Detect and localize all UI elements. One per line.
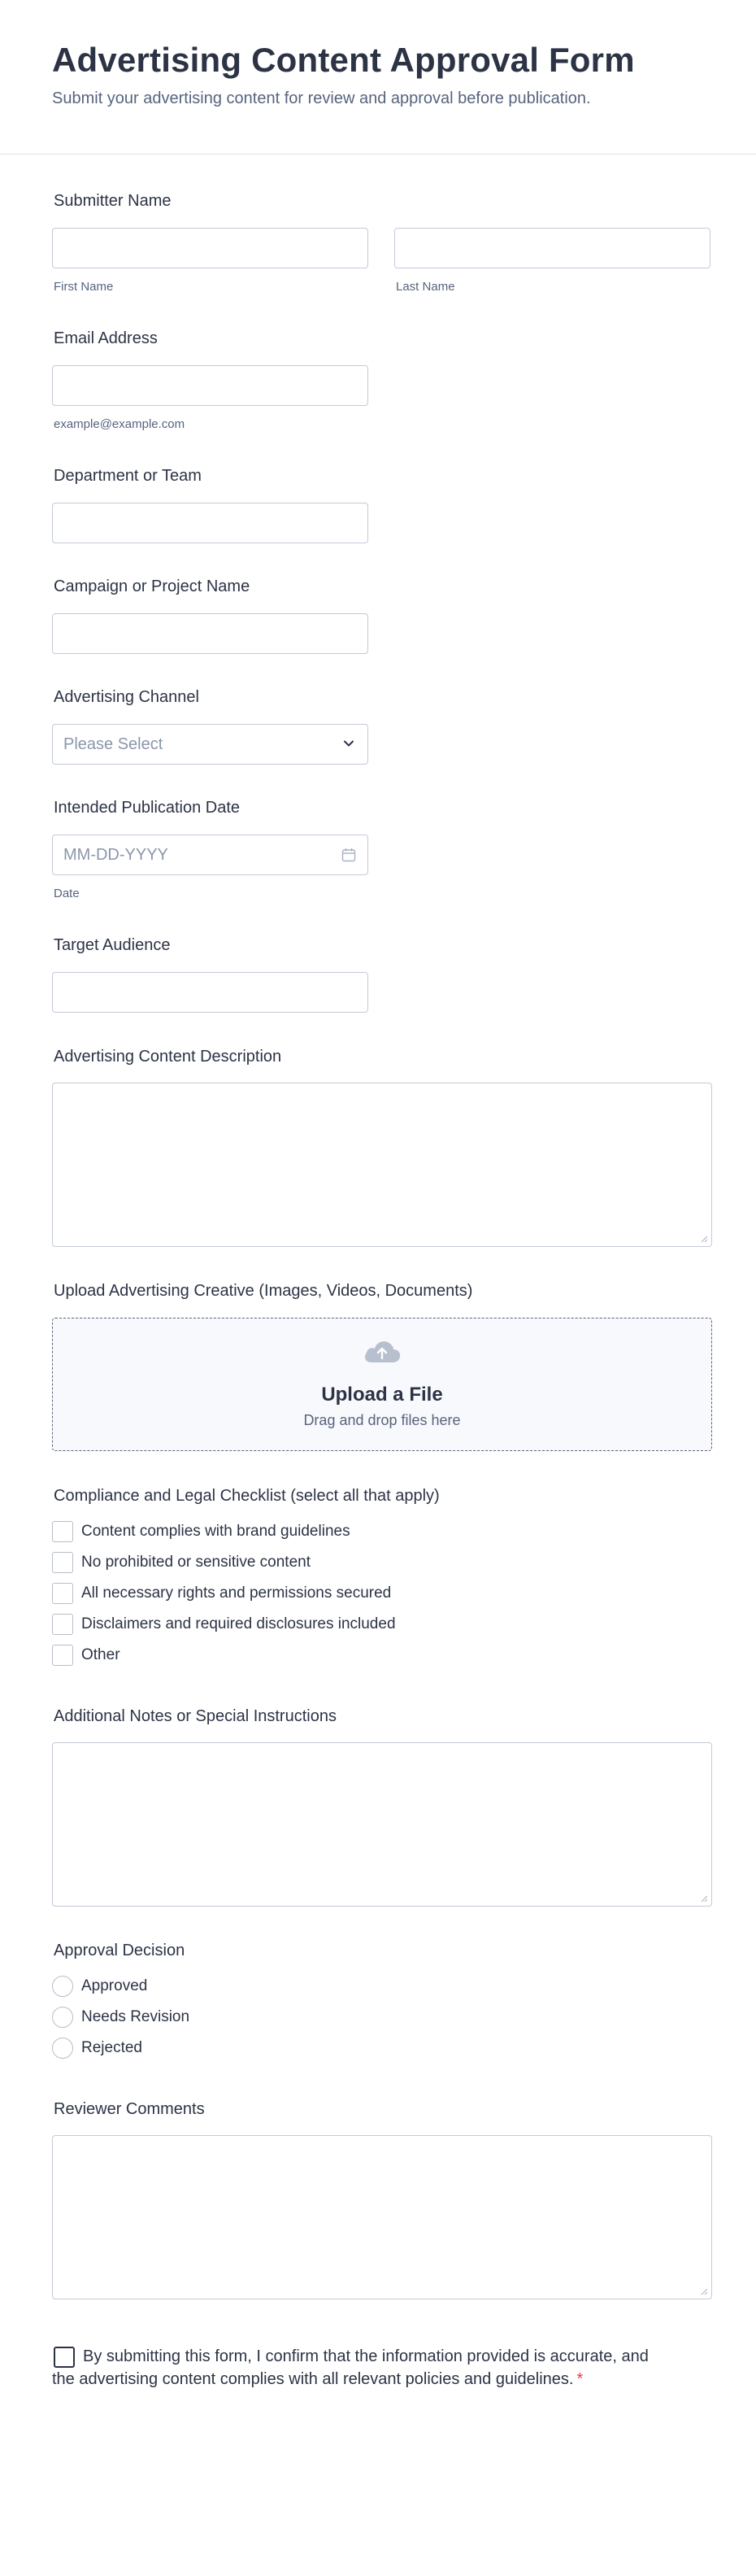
consent-text: By submitting this form, I confirm that … — [52, 2345, 662, 2391]
checklist-option-label: Other — [81, 1646, 120, 1663]
campaign-label: Campaign or Project Name — [54, 578, 250, 595]
department-input[interactable] — [52, 503, 368, 543]
description-label: Advertising Content Description — [54, 1048, 282, 1066]
decision-option-label: Approved — [81, 1977, 148, 1994]
pub-date-input[interactable]: MM-DD-YYYY — [52, 835, 368, 875]
resize-grip-icon[interactable] — [700, 2287, 708, 2295]
required-mark: * — [576, 2370, 584, 2388]
audience-label: Target Audience — [54, 936, 171, 954]
last-name-sublabel: Last Name — [396, 280, 455, 294]
checklist-option-label: No prohibited or sensitive content — [81, 1554, 311, 1571]
channel-placeholder: Please Select — [63, 735, 163, 753]
last-name-input[interactable] — [394, 228, 710, 268]
chevron-down-icon — [344, 740, 354, 747]
notes-textarea[interactable] — [52, 1742, 712, 1907]
pub-date-placeholder: MM-DD-YYYY — [63, 846, 168, 864]
checklist-label: Compliance and Legal Checklist (select a… — [54, 1487, 440, 1505]
radio-button[interactable] — [52, 1976, 73, 1997]
file-upload-dropzone[interactable]: Upload a File Drag and drop files here — [52, 1318, 712, 1451]
pub-date-label: Intended Publication Date — [54, 799, 241, 817]
upload-title: Upload a File — [321, 1384, 443, 1406]
checkbox[interactable] — [52, 1583, 73, 1604]
campaign-input[interactable] — [52, 613, 368, 654]
email-input[interactable] — [52, 365, 368, 406]
resize-grip-icon[interactable] — [700, 1235, 708, 1243]
checkbox[interactable] — [52, 1552, 73, 1573]
email-label: Email Address — [54, 329, 158, 347]
checkbox[interactable] — [52, 1521, 73, 1542]
first-name-sublabel: First Name — [54, 280, 114, 294]
comments-textarea[interactable] — [52, 2135, 712, 2299]
audience-input[interactable] — [52, 972, 368, 1013]
decision-option-label: Rejected — [81, 2039, 142, 2056]
decision-label: Approval Decision — [54, 1942, 185, 1959]
checklist-option-label: Disclaimers and required disclosures inc… — [81, 1615, 396, 1632]
upload-label: Upload Advertising Creative (Images, Vid… — [54, 1282, 473, 1300]
first-name-input[interactable] — [52, 228, 368, 268]
checklist-option-label: Content complies with brand guidelines — [81, 1523, 350, 1540]
submitter-name-label: Submitter Name — [54, 192, 172, 210]
form-title: Advertising Content Approval Form — [52, 41, 635, 79]
radio-button[interactable] — [52, 2007, 73, 2028]
department-label: Department or Team — [54, 467, 202, 485]
channel-select[interactable]: Please Select — [52, 724, 368, 765]
radio-button[interactable] — [52, 2038, 73, 2059]
decision-option-label: Needs Revision — [81, 2008, 190, 2025]
resize-grip-icon[interactable] — [700, 1894, 708, 1903]
checklist-option-label: All necessary rights and permissions sec… — [81, 1584, 392, 1602]
consent-label: By submitting this form, I confirm that … — [52, 2347, 649, 2388]
checkbox[interactable] — [52, 1645, 73, 1666]
description-textarea[interactable] — [52, 1083, 712, 1247]
comments-label: Reviewer Comments — [54, 2100, 205, 2118]
form-subtitle: Submit your advertising content for revi… — [52, 89, 591, 107]
channel-label: Advertising Channel — [54, 688, 199, 706]
checkbox[interactable] — [52, 1614, 73, 1635]
upload-subtitle: Drag and drop files here — [303, 1412, 461, 1428]
notes-label: Additional Notes or Special Instructions — [54, 1707, 337, 1725]
pub-date-sublabel: Date — [54, 887, 80, 900]
calendar-icon[interactable] — [341, 848, 356, 862]
cloud-upload-icon — [365, 1341, 401, 1362]
form-header: Advertising Content Approval Form Submit… — [0, 0, 756, 155]
email-sublabel: example@example.com — [54, 417, 185, 431]
